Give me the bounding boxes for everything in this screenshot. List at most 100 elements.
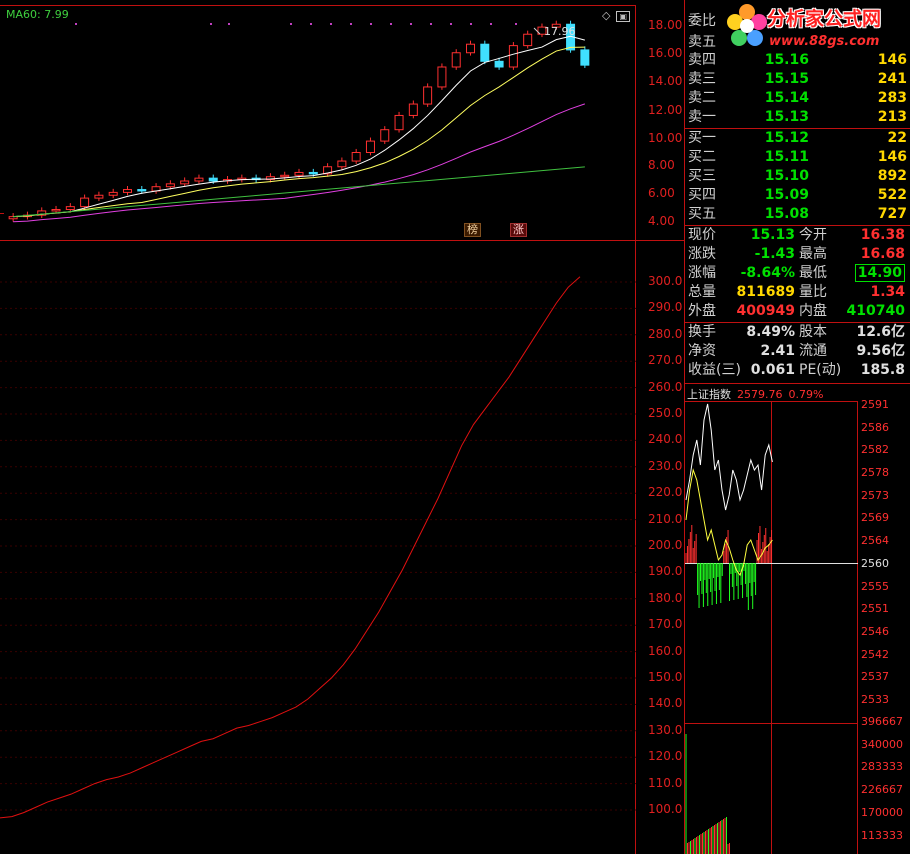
- candle-body: [65, 206, 75, 210]
- upper-ytick: 18.00: [648, 18, 683, 32]
- index-tick: 2573: [861, 488, 889, 502]
- stat-value: 1.34: [870, 284, 905, 300]
- candle-body: [94, 194, 104, 199]
- stat-value: 15.13: [750, 227, 795, 243]
- candle-body: [122, 189, 132, 193]
- candle-body: [437, 66, 447, 88]
- stat-label: 最低: [799, 265, 827, 281]
- stat-value: 2.41: [760, 343, 795, 359]
- zhang-tag[interactable]: 涨: [510, 223, 527, 237]
- signal-dot: [330, 23, 332, 25]
- candle-body: [80, 197, 90, 208]
- stat-value: 9.56亿: [856, 343, 905, 359]
- stats-row: 涨跌 -1.43 最高 16.68: [685, 245, 907, 264]
- buy-label: 买二: [688, 149, 716, 165]
- candle-body: [508, 45, 518, 68]
- buy-price: 15.10: [764, 168, 809, 184]
- bang-tag[interactable]: 榜: [464, 223, 481, 237]
- stat-label: 内盘: [799, 303, 827, 319]
- candle-body: [523, 33, 533, 47]
- sell-row-1[interactable]: 卖一 15.13 213: [685, 108, 907, 127]
- stat-label: 总量: [688, 284, 716, 300]
- candle-body: [408, 103, 418, 116]
- index-name: 上证指数: [687, 388, 731, 401]
- order-ratio-row: 委比: [685, 12, 907, 31]
- buy-price: 15.09: [764, 187, 809, 203]
- volume-tick: 283333: [861, 760, 903, 774]
- sell-row-4[interactable]: 卖四 15.16 146: [685, 51, 907, 70]
- sell-label: 卖五: [688, 34, 716, 50]
- buy-label: 买四: [688, 187, 716, 203]
- upper-ytick: 16.00: [648, 46, 683, 60]
- candle-body: [365, 140, 375, 154]
- candle-body: [165, 183, 175, 188]
- stat-label: 涨幅: [688, 265, 716, 281]
- signal-dot: [430, 23, 432, 25]
- top-toolbar: ◇ ▣: [602, 9, 636, 22]
- signal-dot: [470, 23, 472, 25]
- index-tick: 2546: [861, 624, 889, 638]
- candle-body: [580, 49, 590, 66]
- stat-label: 净资: [688, 343, 716, 359]
- volume-tick: 340000: [861, 737, 903, 751]
- stat-value: -1.43: [754, 246, 795, 262]
- diamond-icon[interactable]: ◇: [602, 9, 610, 22]
- stat-value: 16.38: [860, 227, 905, 243]
- upper-ytick: 8.00: [648, 158, 675, 172]
- candle-body: [108, 191, 118, 196]
- index-header[interactable]: 上证指数 2579.76 0.79%: [687, 386, 823, 402]
- index-tick: 2586: [861, 420, 889, 434]
- sell-row-2[interactable]: 卖二 15.14 283: [685, 89, 907, 108]
- buy-row-1[interactable]: 买一 15.12 22: [685, 129, 907, 148]
- candle-body: [351, 152, 361, 162]
- buy-label: 买五: [688, 206, 716, 222]
- buy-row-2[interactable]: 买二 15.11 146: [685, 148, 907, 167]
- buy-row-5[interactable]: 买五 15.08 727: [685, 205, 907, 224]
- candle-body: [466, 43, 476, 54]
- index-tick: 2569: [861, 511, 889, 525]
- buy-price: 15.12: [764, 130, 809, 146]
- volume-tick: 226667: [861, 783, 903, 797]
- volume-tick: 113333: [861, 828, 903, 842]
- signal-dot: [290, 23, 292, 25]
- ma-line-ma10: [13, 46, 585, 218]
- stat-value: 410740: [846, 303, 905, 319]
- stat-label: PE(动): [799, 362, 842, 378]
- candle-body: [280, 174, 290, 178]
- stats-row: 收益(三) 0.061 PE(动) 185.8: [685, 361, 907, 380]
- sell-row-3[interactable]: 卖三 15.15 241: [685, 70, 907, 89]
- buy-row-3[interactable]: 买三 15.10 892: [685, 167, 907, 186]
- index-tick: 2578: [861, 466, 889, 480]
- stat-value: 14.90: [854, 264, 905, 282]
- buy-volume: 727: [877, 206, 907, 222]
- buy-price: 15.08: [764, 206, 809, 222]
- candle-body: [180, 180, 190, 185]
- candle-body: [308, 171, 318, 175]
- sell-price: 15.15: [764, 71, 809, 87]
- sell-row-5[interactable]: 卖五: [685, 33, 907, 52]
- stat-label: 换手: [688, 324, 716, 340]
- signal-dot: [228, 23, 230, 25]
- candle-body: [194, 177, 204, 182]
- signal-dot: [490, 23, 492, 25]
- candle-body: [294, 171, 304, 176]
- signal-dot: [390, 23, 392, 25]
- candle-body: [51, 209, 61, 212]
- index-tick: 2551: [861, 602, 889, 616]
- stat-label: 股本: [799, 324, 827, 340]
- candle-body: [494, 60, 504, 68]
- buy-row-4[interactable]: 买四 15.09 522: [685, 186, 907, 205]
- candle-body: [337, 160, 347, 168]
- candle-body: [480, 43, 490, 62]
- index-value: 2579.76: [737, 388, 783, 401]
- stats-row: 外盘 400949 内盘 410740: [685, 302, 907, 321]
- sell-label: 卖一: [688, 109, 716, 125]
- buy-label: 买一: [688, 130, 716, 146]
- candle-body: [137, 189, 147, 192]
- sell-volume: 283: [877, 90, 907, 106]
- upper-ytick: 14.00: [648, 74, 683, 88]
- lower-gridlines: [0, 281, 636, 811]
- stat-value: 12.6亿: [856, 324, 905, 340]
- volume-tick: 170000: [861, 805, 903, 819]
- window-toggle-icon[interactable]: ▣: [616, 11, 631, 22]
